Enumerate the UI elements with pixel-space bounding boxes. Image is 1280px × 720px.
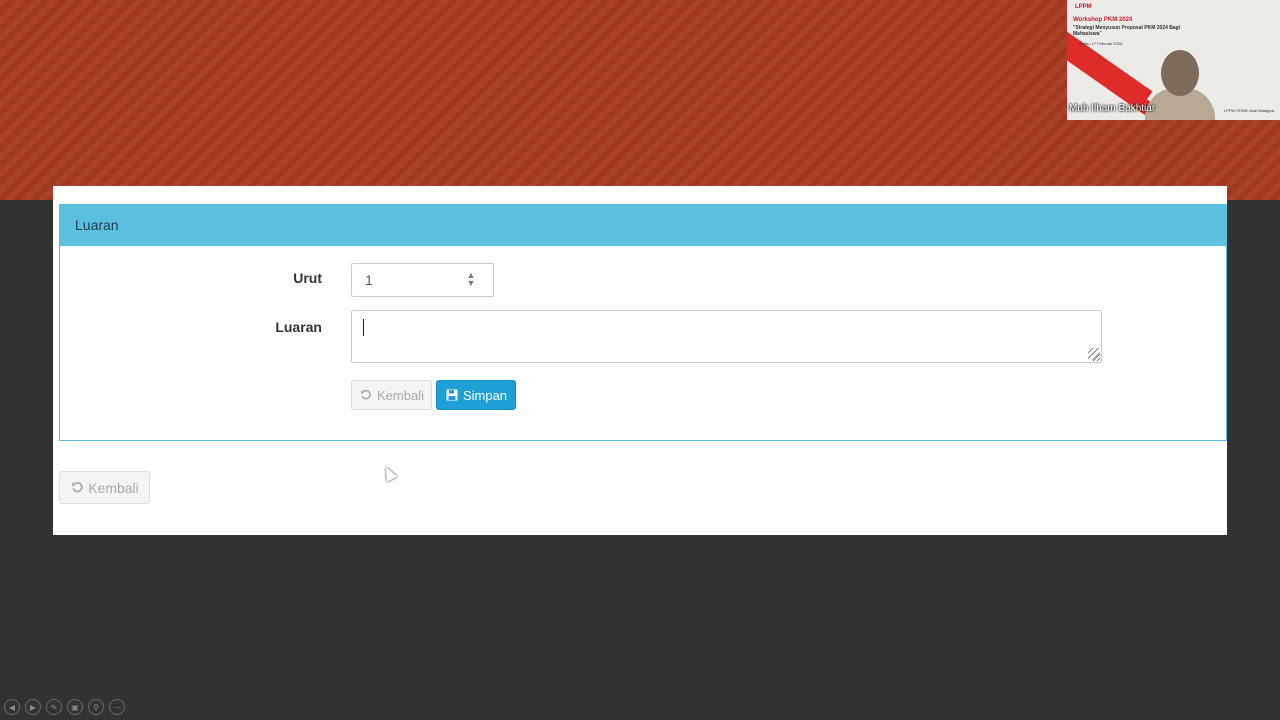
pen-icon[interactable]: ✎ <box>46 699 62 715</box>
undo-icon <box>70 481 84 495</box>
webcam-slide-subtitle: "Strategi Menyusun Proposal PKM 2024 Bag… <box>1073 25 1181 37</box>
number-spinner[interactable]: ▲ ▼ <box>464 269 478 289</box>
urut-label: Urut <box>293 270 322 286</box>
more-options-icon[interactable]: ⋯ <box>109 699 125 715</box>
luaran-panel: Luaran Urut ▲ ▼ Luaran Kembali Simpan <box>59 204 1227 441</box>
page-content: Luaran Urut ▲ ▼ Luaran Kembali Simpan <box>53 186 1227 535</box>
simpan-button[interactable]: Simpan <box>436 380 516 410</box>
textarea-resize-handle[interactable] <box>1088 348 1100 360</box>
slides-icon[interactable]: ▣ <box>67 699 83 715</box>
participant-head <box>1161 50 1199 96</box>
webcam-overlay: LPPM Workshop PKM 2024 "Strategi Menyusu… <box>1067 0 1280 120</box>
spinner-down-icon[interactable]: ▼ <box>467 279 476 288</box>
simpan-button-label: Simpan <box>462 387 508 403</box>
previous-icon[interactable]: ◀ <box>4 699 20 715</box>
webcam-slide-title: Workshop PKM 2024 <box>1073 17 1133 23</box>
participant-name: Muh Ilham Bakhtiar <box>1069 103 1156 114</box>
panel-title: Luaran <box>75 217 119 233</box>
slide-decoration <box>1217 0 1280 60</box>
bottom-kembali-button[interactable]: Kembali <box>59 471 150 504</box>
webcam-slide-date: Sabtu, 17 Februari 2024 <box>1079 41 1123 46</box>
slideshow-controls: ◀ ▶ ✎ ▣ ⚲ ⋯ <box>4 699 125 715</box>
webcam-footer: LPPM STMIK Andi Matappa <box>1224 108 1274 113</box>
floppy-disk-icon <box>445 388 459 402</box>
panel-heading: Luaran <box>60 205 1226 246</box>
next-icon[interactable]: ▶ <box>25 699 41 715</box>
bottom-kembali-button-label: Kembali <box>88 479 139 496</box>
luaran-textarea[interactable] <box>351 310 1102 363</box>
luaran-label: Luaran <box>275 319 322 335</box>
kembali-button-label: Kembali <box>377 387 424 403</box>
undo-icon <box>359 388 373 402</box>
zoom-icon[interactable]: ⚲ <box>88 699 104 715</box>
text-caret <box>363 319 364 336</box>
kembali-button[interactable]: Kembali <box>351 380 432 410</box>
webcam-logo: LPPM <box>1075 4 1092 10</box>
